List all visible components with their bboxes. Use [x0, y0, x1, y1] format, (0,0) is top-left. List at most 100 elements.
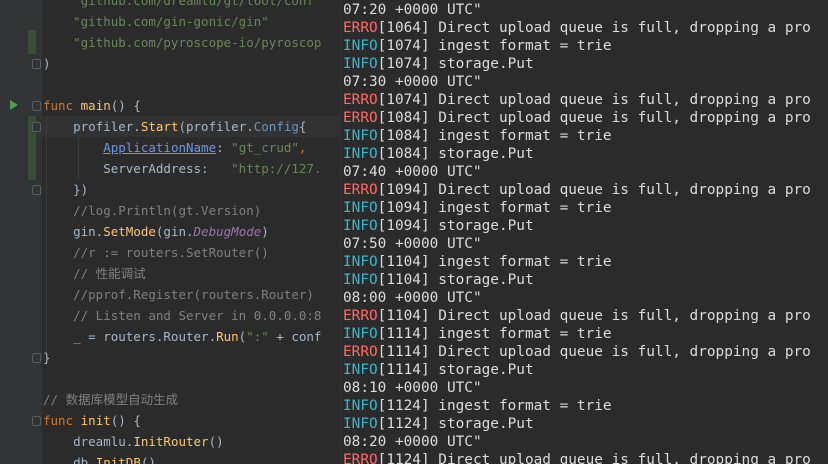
- code-token: (gin.: [155, 224, 194, 239]
- code-line[interactable]: //log.Println(gt.Version): [0, 200, 340, 221]
- log-line: 07:50 +0000 UTC": [343, 235, 482, 253]
- log-message: 08:20 +0000 UTC": [343, 434, 482, 450]
- code-line[interactable]: [0, 368, 340, 389]
- code-token: InitDB: [95, 455, 141, 464]
- fold-marker-icon[interactable]: [32, 122, 41, 132]
- log-level-info: INFO: [343, 416, 378, 432]
- fold-marker-icon[interactable]: [32, 416, 41, 426]
- log-message: [1124] Direct upload queue is full, drop…: [377, 452, 811, 464]
- log-line: INFO[1094] ingest format = trie: [343, 199, 612, 217]
- code-line[interactable]: }: [0, 347, 340, 368]
- code-line[interactable]: "github.com/gin-gonic/gin": [0, 11, 340, 32]
- code-line[interactable]: [0, 74, 340, 95]
- log-message: [1124] ingest format = trie: [377, 398, 612, 414]
- code-text: }): [43, 179, 88, 200]
- log-message: [1094] Direct upload queue is full, drop…: [377, 182, 811, 198]
- fold-marker-icon[interactable]: [32, 353, 41, 363]
- code-token: "github.com/pyroscope-io/pyroscop: [43, 35, 322, 50]
- code-line[interactable]: ApplicationName: "gt_crud",: [0, 137, 340, 158]
- code-text: "github.com/gin-gonic/gin": [43, 11, 269, 32]
- code-text: ): [43, 53, 51, 74]
- log-level-info: INFO: [343, 254, 378, 270]
- code-line[interactable]: db.InitDB(): [0, 452, 340, 464]
- log-line: INFO[1124] ingest format = trie: [343, 397, 612, 415]
- log-message: 07:30 +0000 UTC": [343, 74, 482, 90]
- code-token: ServerAddress:: [43, 161, 232, 176]
- log-level-info: INFO: [343, 146, 378, 162]
- code-token: func: [43, 98, 81, 113]
- log-line: 08:10 +0000 UTC": [343, 379, 482, 397]
- code-text: ApplicationName: "gt_crud",: [43, 137, 306, 158]
- log-message: 07:20 +0000 UTC": [343, 2, 482, 18]
- code-line[interactable]: gin.SetMode(gin.DebugMode): [0, 221, 340, 242]
- code-text: //r := routers.SetRouter(): [43, 242, 269, 263]
- code-token: gin.: [43, 224, 104, 239]
- code-token: Run: [216, 329, 239, 344]
- code-line[interactable]: "github.com/pyroscope-io/pyroscop: [0, 32, 340, 53]
- code-line[interactable]: _ = routers.Router.Run(":" + conf: [0, 326, 340, 347]
- code-token: profiler.: [43, 119, 141, 134]
- log-level-info: INFO: [343, 272, 378, 288]
- code-line[interactable]: //r := routers.SetRouter(): [0, 242, 340, 263]
- code-token: // 性能调试: [43, 266, 146, 281]
- code-token: (profiler.: [178, 119, 254, 134]
- run-console[interactable]: 07:20 +0000 UTC" ERRO[1064] Direct upload…: [340, 0, 828, 464]
- log-level-error: ERRO: [343, 308, 378, 324]
- code-line[interactable]: func main() {: [0, 95, 340, 116]
- log-level-info: INFO: [343, 362, 378, 378]
- code-text: func init() {: [43, 410, 141, 431]
- code-token: ,: [298, 140, 307, 155]
- log-line: ERRO[1084] Direct upload queue is full, …: [343, 109, 811, 127]
- log-line: ERRO[1064] Direct upload queue is full, …: [343, 19, 811, 37]
- code-token: // Listen and Server in 0.0.0.0:8: [43, 308, 322, 323]
- code-editor[interactable]: "github.com/dreamlu/gt/tool/conf "github…: [0, 0, 340, 464]
- log-line: 07:30 +0000 UTC": [343, 73, 482, 91]
- code-line[interactable]: // 性能调试: [0, 263, 340, 284]
- log-level-info: INFO: [343, 38, 378, 54]
- fold-marker-icon[interactable]: [32, 185, 41, 195]
- code-line[interactable]: // 数据库模型自动生成: [0, 389, 340, 410]
- log-message: [1114] storage.Put: [377, 362, 534, 378]
- log-line: ERRO[1094] Direct upload queue is full, …: [343, 181, 811, 199]
- code-token: + conf: [268, 329, 322, 344]
- log-level-error: ERRO: [343, 344, 378, 360]
- run-gutter-icon[interactable]: [10, 100, 18, 110]
- code-token: ":": [246, 329, 269, 344]
- code-text: _ = routers.Router.Run(":" + conf: [43, 326, 321, 347]
- code-line[interactable]: func init() {: [0, 410, 340, 431]
- log-message: 08:00 +0000 UTC": [343, 290, 482, 306]
- code-token: () {: [110, 98, 141, 113]
- code-text: }: [43, 347, 51, 368]
- code-token: InitRouter: [133, 434, 209, 449]
- log-level-error: ERRO: [343, 92, 378, 108]
- log-level-error: ERRO: [343, 110, 378, 126]
- code-line[interactable]: profiler.Start(profiler.Config{: [0, 116, 340, 137]
- code-token: SetMode: [103, 224, 156, 239]
- log-message: [1084] ingest format = trie: [377, 128, 612, 144]
- code-line[interactable]: ServerAddress: "http://127.: [0, 158, 340, 179]
- log-level-error: ERRO: [343, 20, 378, 36]
- code-token: :: [216, 140, 232, 155]
- log-level-info: INFO: [343, 56, 378, 72]
- log-line: INFO[1094] storage.Put: [343, 217, 534, 235]
- log-line: 07:40 +0000 UTC": [343, 163, 482, 181]
- code-line[interactable]: ): [0, 53, 340, 74]
- code-token: Start: [140, 119, 179, 134]
- code-text: //log.Println(gt.Version): [43, 200, 261, 221]
- log-message: [1084] storage.Put: [377, 146, 534, 162]
- code-text: // 数据库模型自动生成: [43, 389, 178, 410]
- code-token: }): [43, 182, 89, 197]
- code-line[interactable]: //pprof.Register(routers.Router): [0, 284, 340, 305]
- code-line[interactable]: }): [0, 179, 340, 200]
- log-line: ERRO[1104] Direct upload queue is full, …: [343, 307, 811, 325]
- code-token: // 数据库模型自动生成: [43, 392, 179, 407]
- log-level-error: ERRO: [343, 452, 378, 464]
- log-level-info: INFO: [343, 326, 378, 342]
- code-line[interactable]: // Listen and Server in 0.0.0.0:8: [0, 305, 340, 326]
- log-line: INFO[1074] ingest format = trie: [343, 37, 612, 55]
- fold-marker-icon[interactable]: [32, 59, 41, 69]
- fold-marker-icon[interactable]: [32, 101, 41, 111]
- code-line[interactable]: "github.com/dreamlu/gt/tool/conf: [0, 0, 340, 11]
- log-line: INFO[1084] storage.Put: [343, 145, 534, 163]
- code-line[interactable]: dreamlu.InitRouter(): [0, 431, 340, 452]
